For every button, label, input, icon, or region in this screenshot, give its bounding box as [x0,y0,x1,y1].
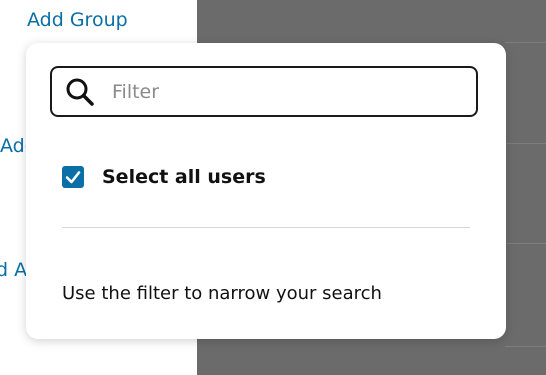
background-row-divider [505,243,546,244]
add-link-partial[interactable]: d A [0,259,27,281]
add-group-link[interactable]: Add Group [27,9,128,31]
background-row-divider [505,42,546,43]
background-row-divider [505,346,546,347]
select-all-label: Select all users [102,166,266,188]
select-all-checkbox[interactable] [62,166,84,188]
select-all-users-option[interactable]: Select all users [62,166,266,188]
user-filter-popover: Select all users Use the filter to narro… [26,43,506,339]
search-icon [62,74,98,110]
checkmark-icon [65,171,81,184]
filter-input[interactable] [110,79,444,104]
divider [62,227,470,228]
background-row-divider [505,143,546,144]
filter-field[interactable] [50,66,478,117]
filter-hint-text: Use the filter to narrow your search [62,283,382,304]
